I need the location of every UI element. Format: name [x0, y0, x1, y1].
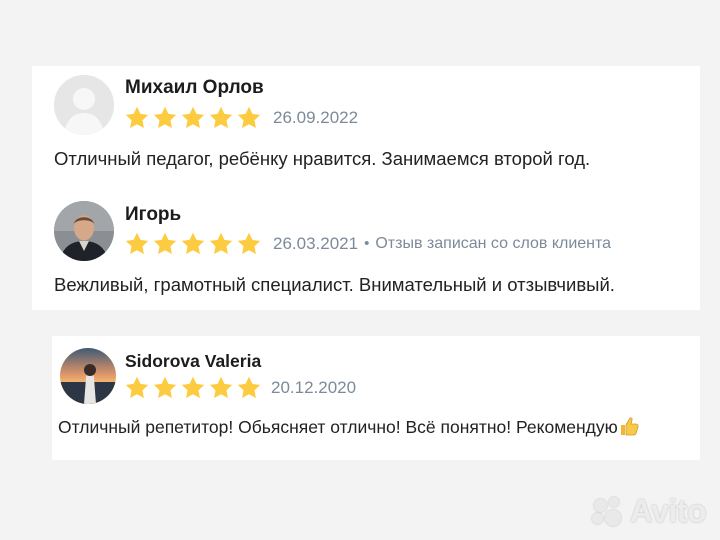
review-text-line: Отличный репетитор! Обьясняет отлично! В… — [58, 416, 639, 438]
star-icon — [209, 376, 233, 398]
star-icon — [125, 376, 149, 398]
star-rating — [125, 376, 261, 399]
reviews-card-bottom: Sidorova Valeria 20.12.2020 Отличный реп… — [52, 336, 700, 460]
avito-watermark: Avito — [591, 493, 707, 530]
rating-row: 26.09.2022 — [125, 106, 358, 129]
reviews-card-top: Михаил Орлов 26.09.2022 Отличный педагог… — [32, 66, 700, 310]
review-text: Отличный педагог, ребёнку нравится. Зани… — [54, 148, 591, 169]
star-icon — [237, 232, 261, 254]
separator-dot: • — [364, 235, 370, 252]
avatar — [54, 201, 114, 261]
star-icon — [125, 106, 149, 128]
star-icon — [237, 376, 261, 398]
reviewer-name[interactable]: Sidorova Valeria — [125, 351, 261, 372]
star-icon — [153, 376, 177, 398]
review-date: 26.09.2022 — [273, 107, 359, 127]
star-icon — [237, 106, 261, 128]
star-icon — [181, 232, 205, 254]
star-icon — [181, 376, 205, 398]
review-text: Отличный репетитор! Обьясняет отлично! В… — [58, 417, 618, 437]
review-text: Вежливый, грамотный специалист. Внимател… — [54, 274, 615, 295]
star-icon — [209, 232, 233, 254]
thumbs-up-icon — [620, 417, 639, 436]
avito-logo-icon — [591, 496, 626, 527]
review-source-note: Отзыв записан со слов клиента — [375, 234, 612, 252]
avatar-placeholder — [54, 75, 114, 135]
star-rating — [125, 106, 261, 129]
review-date: 20.12.2020 — [271, 377, 357, 397]
star-icon — [153, 106, 177, 128]
star-icon — [125, 232, 149, 254]
star-icon — [181, 106, 205, 128]
reviewer-name[interactable]: Михаил Орлов — [125, 77, 264, 99]
watermark-text: Avito — [629, 493, 707, 529]
star-rating — [125, 232, 261, 255]
reviewer-name[interactable]: Игорь — [125, 204, 181, 226]
review-date: 26.03.2021 — [273, 233, 359, 253]
rating-row: 20.12.2020 — [125, 376, 356, 399]
star-icon — [153, 232, 177, 254]
avatar — [60, 348, 116, 404]
star-icon — [209, 106, 233, 128]
rating-row: 26.03.2021 • Отзыв записан со слов клиен… — [125, 232, 611, 255]
